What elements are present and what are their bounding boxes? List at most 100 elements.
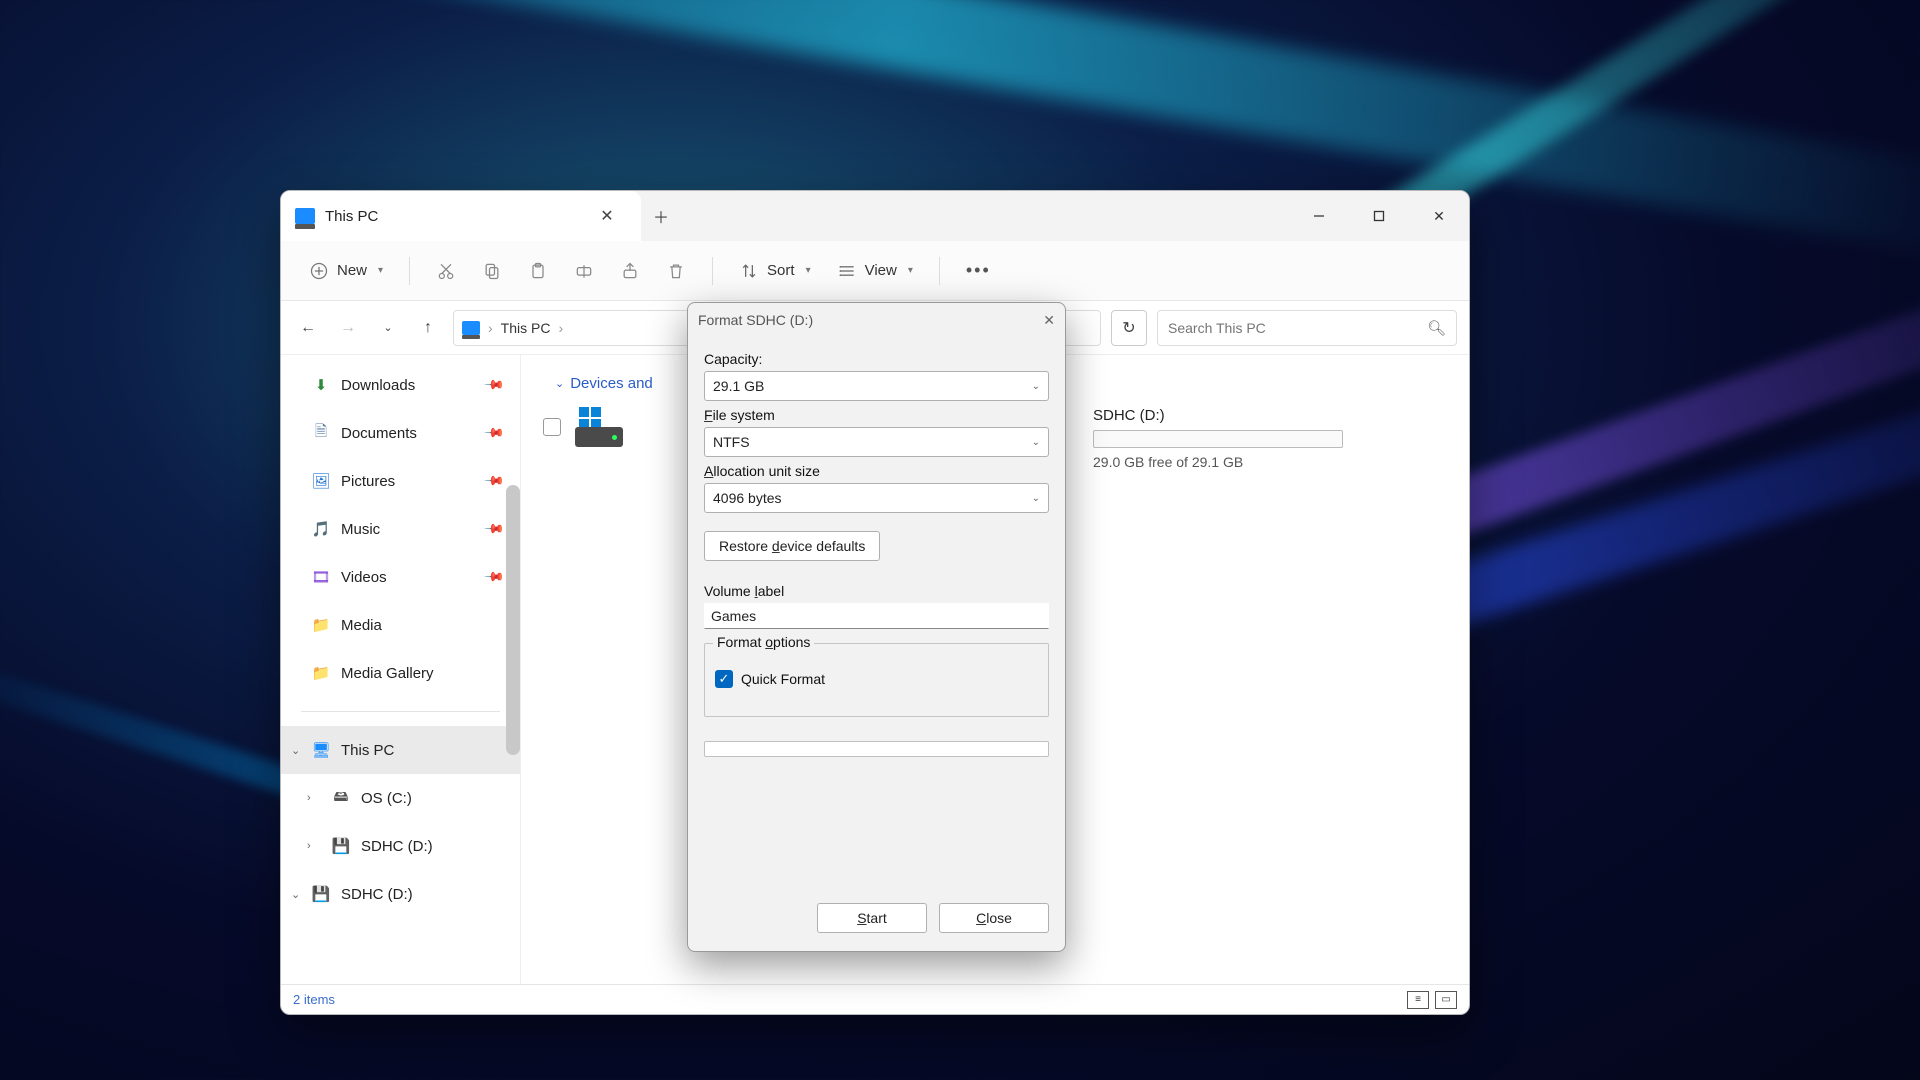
section-devices[interactable]: ⌄ Devices and: [555, 375, 653, 392]
search-icon: 🔍︎: [1427, 319, 1446, 337]
document-icon: 🗎: [311, 423, 331, 443]
allocation-select[interactable]: 4096 bytes⌄: [704, 483, 1049, 513]
drive-icon: 🖴: [331, 788, 351, 808]
chevron-right-icon: ›: [488, 320, 493, 336]
scrollbar-thumb[interactable]: [506, 485, 520, 755]
drive-icon: [575, 407, 623, 447]
sidebar-item-os-c[interactable]: ›🖴OS (C:): [281, 774, 520, 822]
search-box[interactable]: 🔍︎: [1157, 310, 1457, 346]
maximize-button[interactable]: [1349, 191, 1409, 241]
new-tab-button[interactable]: ＋: [641, 191, 681, 241]
chevron-down-icon: ⌄: [291, 888, 300, 901]
sidebar-item-this-pc[interactable]: ⌄🖥This PC: [281, 726, 520, 774]
tab-this-pc[interactable]: This PC ✕: [281, 191, 641, 241]
checkbox[interactable]: [543, 418, 561, 436]
videos-icon: 🎞: [311, 567, 331, 587]
check-icon: ✓: [715, 670, 733, 688]
search-input[interactable]: [1168, 320, 1427, 336]
back-button[interactable]: ←: [293, 313, 323, 343]
breadcrumb-root: This PC: [501, 320, 551, 336]
sort-button[interactable]: Sort▾: [729, 255, 821, 287]
rename-button[interactable]: [564, 255, 604, 287]
sidebar-item-videos[interactable]: 🎞Videos📌: [281, 553, 520, 601]
sidebar-item-sdhc-1[interactable]: ›💾SDHC (D:): [281, 822, 520, 870]
view-icon: [837, 261, 857, 281]
this-pc-icon: 🖥: [311, 740, 331, 760]
toolbar: New▾ Sort▾ View▾ •••: [281, 241, 1469, 301]
paste-icon: [528, 261, 548, 281]
pin-icon: 📌: [483, 518, 506, 541]
status-bar: 2 items ≡ ▭: [281, 984, 1469, 1014]
up-button[interactable]: ↑: [413, 313, 443, 343]
chevron-down-icon: ⌄: [1032, 381, 1040, 392]
chevron-down-icon: ⌄: [1032, 437, 1040, 448]
sidebar-item-pictures[interactable]: 🖼Pictures📌: [281, 457, 520, 505]
sd-card-icon: 💾: [331, 836, 351, 856]
dialog-close-button[interactable]: ✕: [1043, 312, 1055, 329]
drive-sdhc[interactable]: SDHC (D:) 29.0 GB free of 29.1 GB: [1093, 407, 1443, 470]
details-view-button[interactable]: ≡: [1407, 991, 1429, 1009]
format-progress-bar: [704, 741, 1049, 757]
drive-free-text: 29.0 GB free of 29.1 GB: [1093, 454, 1443, 470]
format-dialog: Format SDHC (D:) ✕ Capacity: 29.1 GB⌄ Fi…: [687, 302, 1066, 952]
cut-button[interactable]: [426, 255, 466, 287]
folder-icon: 📁: [311, 615, 331, 635]
share-icon: [620, 261, 640, 281]
dialog-titlebar: Format SDHC (D:) ✕: [688, 303, 1065, 337]
drive-usage-bar: [1093, 430, 1343, 448]
chevron-right-icon: ›: [558, 320, 563, 336]
more-button[interactable]: •••: [956, 254, 1001, 287]
pin-icon: 📌: [483, 470, 506, 493]
drive-os-c[interactable]: [543, 407, 623, 447]
cut-icon: [436, 261, 456, 281]
sidebar-item-downloads[interactable]: ⬇Downloads📌: [281, 361, 520, 409]
icons-view-button[interactable]: ▭: [1435, 991, 1457, 1009]
capacity-select[interactable]: 29.1 GB⌄: [704, 371, 1049, 401]
sidebar-item-media-gallery[interactable]: 📁Media Gallery: [281, 649, 520, 697]
folder-icon: 📁: [311, 663, 331, 683]
close-window-button[interactable]: ✕: [1409, 191, 1469, 241]
sidebar: ⬇Downloads📌 🗎Documents📌 🖼Pictures📌 🎵Musi…: [281, 355, 521, 984]
close-tab-icon[interactable]: ✕: [587, 206, 627, 226]
pin-icon: 📌: [483, 374, 506, 397]
sidebar-item-music[interactable]: 🎵Music📌: [281, 505, 520, 553]
sidebar-item-sdhc-2[interactable]: ⌄💾SDHC (D:): [281, 870, 520, 918]
item-count: 2 items: [293, 992, 335, 1007]
minimize-button[interactable]: [1289, 191, 1349, 241]
allocation-label: Allocation unit size: [704, 463, 1049, 479]
close-button[interactable]: Close: [939, 903, 1049, 933]
copy-button[interactable]: [472, 255, 512, 287]
sort-icon: [739, 261, 759, 281]
sidebar-item-documents[interactable]: 🗎Documents📌: [281, 409, 520, 457]
pin-icon: 📌: [483, 566, 506, 589]
music-icon: 🎵: [311, 519, 331, 539]
sidebar-item-media[interactable]: 📁Media: [281, 601, 520, 649]
tab-title: This PC: [325, 208, 577, 225]
new-button[interactable]: New▾: [299, 255, 393, 287]
plus-circle-icon: [309, 261, 329, 281]
titlebar: This PC ✕ ＋ ✕: [281, 191, 1469, 241]
quick-format-checkbox[interactable]: ✓ Quick Format: [715, 670, 1038, 688]
capacity-label: Capacity:: [704, 351, 1049, 367]
recent-button[interactable]: ⌄: [373, 313, 403, 343]
format-options-group: Format options ✓ Quick Format: [704, 643, 1049, 717]
pin-icon: 📌: [483, 422, 506, 445]
this-pc-icon: [462, 321, 480, 335]
forward-button[interactable]: →: [333, 313, 363, 343]
chevron-down-icon: ⌄: [291, 744, 300, 757]
delete-button[interactable]: [656, 255, 696, 287]
start-button[interactable]: Start: [817, 903, 927, 933]
volume-label-input[interactable]: [704, 603, 1049, 629]
filesystem-select[interactable]: NTFS⌄: [704, 427, 1049, 457]
sd-card-icon: 💾: [311, 884, 331, 904]
paste-button[interactable]: [518, 255, 558, 287]
view-button[interactable]: View▾: [827, 255, 923, 287]
restore-defaults-button[interactable]: Restore device defaults: [704, 531, 880, 561]
chevron-right-icon: ›: [307, 840, 311, 852]
volume-label-label: Volume label: [704, 583, 1049, 599]
chevron-down-icon: ⌄: [1032, 493, 1040, 504]
share-button[interactable]: [610, 255, 650, 287]
dialog-title: Format SDHC (D:): [698, 312, 813, 328]
refresh-button[interactable]: ↻: [1111, 310, 1147, 346]
chevron-down-icon: ⌄: [555, 377, 564, 390]
